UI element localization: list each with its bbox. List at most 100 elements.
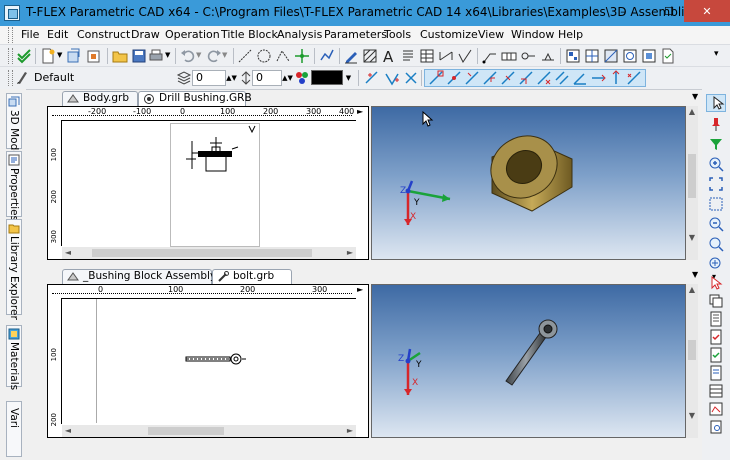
bottom-2d-view[interactable]: 0 100 200 300 ► 100 200 ◄ ►: [47, 284, 369, 438]
redo-icon[interactable]: [206, 48, 222, 64]
priority-input[interactable]: 0: [252, 70, 282, 86]
top-2d-view[interactable]: -200 -100 0 100 200 300 400 ► 100 200 30…: [47, 106, 369, 260]
checked-list-icon[interactable]: [708, 329, 724, 345]
scroll-thumb[interactable]: [148, 427, 224, 435]
zoom-in-icon[interactable]: [708, 156, 724, 172]
new-3d-document-icon[interactable]: [66, 48, 82, 64]
document-list-icon[interactable]: [708, 311, 724, 327]
menu-view[interactable]: View: [478, 28, 504, 41]
bushing-drawing[interactable]: [182, 133, 242, 179]
scroll-up-arrow[interactable]: ▲: [686, 106, 698, 118]
snap-perpendicular-icon[interactable]: [482, 70, 498, 86]
color-dropdown-arrow[interactable]: ▼: [343, 70, 354, 86]
snap-angle-icon[interactable]: [572, 70, 588, 86]
bottom-3d-vscroll[interactable]: ▲ ▼: [686, 284, 698, 438]
line-tool-icon[interactable]: [237, 48, 253, 64]
hruler-scroll-right[interactable]: ►: [357, 285, 363, 294]
snap-center-icon[interactable]: [446, 70, 462, 86]
zoom-window-icon[interactable]: [708, 196, 724, 212]
fragment-icon[interactable]: [641, 48, 657, 64]
print-icon[interactable]: [148, 48, 164, 64]
tolerance-icon[interactable]: [501, 48, 517, 64]
scroll-left-arrow[interactable]: ◄: [62, 247, 74, 259]
scroll-thumb[interactable]: [688, 154, 696, 198]
menu-customize[interactable]: Customize: [420, 28, 478, 41]
undo-icon[interactable]: [180, 48, 196, 64]
snap-vertical-icon[interactable]: [608, 70, 624, 86]
verify-icon[interactable]: [708, 347, 724, 363]
menu-draw[interactable]: Draw: [131, 28, 160, 41]
new-assembly-icon[interactable]: [86, 48, 102, 64]
open-folder-icon[interactable]: [112, 48, 128, 64]
report-icon[interactable]: [708, 365, 724, 381]
tab-bushing-block-assembly[interactable]: _Bushing Block Assembly.GRB: [62, 269, 241, 284]
bottom-2d-hscroll[interactable]: ◄ ►: [62, 425, 356, 437]
minimize-button[interactable]: –: [608, 0, 638, 22]
tab-list-arrow[interactable]: ▼: [692, 270, 698, 279]
top-3d-view[interactable]: Z Y X: [371, 106, 686, 260]
snap-tangent-icon[interactable]: [464, 70, 480, 86]
snap-parallel-icon[interactable]: [554, 70, 570, 86]
bom-icon[interactable]: [708, 383, 724, 399]
menu-window[interactable]: Window: [511, 28, 554, 41]
measure-icon[interactable]: [708, 401, 724, 417]
hole-callout-icon[interactable]: [520, 48, 536, 64]
new-document-icon[interactable]: [40, 48, 56, 64]
graphic-line-icon[interactable]: [319, 48, 335, 64]
tab-3d-model[interactable]: 3D Model: [6, 93, 22, 160]
snap-quadrant-icon[interactable]: [518, 70, 534, 86]
color-swatch[interactable]: [311, 70, 343, 85]
snap-settings-icon[interactable]: [626, 70, 642, 86]
menu-help[interactable]: Help: [558, 28, 583, 41]
fit-view-icon[interactable]: [708, 176, 724, 192]
menu-file[interactable]: File: [21, 28, 39, 41]
menu-tools[interactable]: Tools: [384, 28, 411, 41]
menu-edit[interactable]: Edit: [47, 28, 68, 41]
scroll-thumb[interactable]: [688, 340, 696, 360]
level-stack-icon[interactable]: [176, 70, 192, 86]
menu-construct[interactable]: Construct: [77, 28, 130, 41]
scroll-right-arrow[interactable]: ►: [344, 247, 356, 259]
print-preview-icon[interactable]: [708, 419, 724, 435]
detail-view-icon[interactable]: [622, 48, 638, 64]
menu-operation[interactable]: Operation: [165, 28, 220, 41]
level-spin[interactable]: ▲▼: [226, 70, 237, 86]
pan-icon[interactable]: [708, 256, 724, 272]
menubar-grip[interactable]: [8, 27, 13, 43]
leader-note-icon[interactable]: [482, 48, 498, 64]
pin-icon[interactable]: [708, 116, 724, 132]
new-dropdown-arrow[interactable]: ▼: [57, 51, 62, 59]
node-tool-icon[interactable]: [294, 48, 310, 64]
page-icon[interactable]: [660, 48, 676, 64]
scroll-down-arrow[interactable]: ▼: [686, 410, 698, 422]
circle-tool-icon[interactable]: [256, 48, 272, 64]
scroll-down-arrow[interactable]: ▼: [686, 232, 698, 244]
snap-nearest-icon[interactable]: [536, 70, 552, 86]
scroll-right-arrow[interactable]: ►: [344, 425, 356, 437]
view-layout-icon[interactable]: [565, 48, 581, 64]
snap-midpoint-icon[interactable]: [500, 70, 516, 86]
tab-library-explorer[interactable]: Library Explorer: [6, 219, 22, 320]
snap-intersection-icon[interactable]: [403, 70, 419, 86]
toolbar-grip[interactable]: [8, 48, 13, 64]
priority-spin[interactable]: ▲▼: [282, 70, 293, 86]
weld-symbol-icon[interactable]: [540, 48, 556, 64]
save-icon[interactable]: [131, 48, 147, 64]
layer-field[interactable]: Default: [30, 71, 170, 85]
bottom-3d-view[interactable]: Z Y X: [371, 284, 686, 438]
zoom-previous-icon[interactable]: [708, 236, 724, 252]
undo-dropdown-arrow[interactable]: ▼: [196, 51, 201, 59]
print-dropdown-arrow[interactable]: ▼: [165, 51, 170, 59]
level-input[interactable]: 0: [192, 70, 226, 86]
select-filter-icon[interactable]: [708, 136, 724, 152]
bolt-drawing[interactable]: [184, 351, 248, 367]
tab-drill-bushing[interactable]: Drill Bushing.GRB: [138, 91, 252, 106]
top-3d-vscroll[interactable]: ▲ ▼: [686, 106, 698, 260]
menu-parameters[interactable]: Parameters: [324, 28, 387, 41]
maximize-button[interactable]: ☐: [654, 0, 684, 22]
copy-icon[interactable]: [708, 293, 724, 309]
pointer-red-icon[interactable]: [708, 275, 724, 291]
snap-horizontal-icon[interactable]: [590, 70, 606, 86]
roughness-icon[interactable]: [457, 48, 473, 64]
scroll-up-arrow[interactable]: ▲: [686, 284, 698, 296]
